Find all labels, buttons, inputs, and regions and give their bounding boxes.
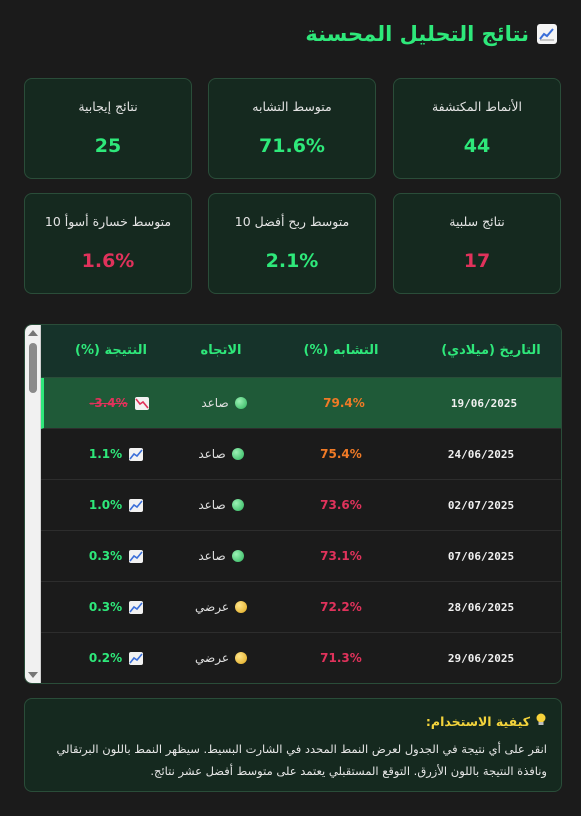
scroll-down-arrow-icon[interactable] [28, 672, 38, 678]
stat-value: 25 [94, 135, 122, 157]
cell-direction: صاعد [176, 480, 266, 530]
direction-label: صاعد [198, 549, 226, 563]
direction-label: صاعد [201, 396, 229, 410]
stat-card-worst10: متوسط خسارة أسوأ 10 1.6% [24, 193, 192, 294]
yellow-dot-icon [235, 601, 247, 613]
result-value: 0.2% [88, 651, 123, 665]
chart-up-icon [129, 549, 144, 563]
cell-date: 28/06/2025 [447, 600, 515, 614]
green-dot-icon [231, 448, 244, 460]
cell-similarity: 79.4% [323, 396, 365, 410]
cell-result: 0.3% [71, 531, 161, 581]
direction-label: صاعد [198, 498, 226, 512]
chart-down-icon [134, 396, 149, 410]
stat-value: 44 [463, 135, 491, 157]
stat-card-avg-similarity: متوسط التشابه 71.6% [208, 78, 376, 179]
cell-direction: عرضي [176, 633, 266, 683]
cell-direction: صاعد [176, 429, 266, 479]
cell-result: 1.0% [71, 480, 161, 530]
stat-label: الأنماط المكتشفة [431, 99, 522, 114]
table-row[interactable]: 24/06/2025 75.4% صاعد 1.1% [41, 429, 561, 480]
chart-up-icon [129, 498, 144, 512]
stat-label: نتائج إيجابية [78, 99, 138, 114]
table-scrollbar[interactable] [25, 325, 41, 683]
cell-result: -3.4% [74, 378, 164, 428]
stat-value: 1.6% [81, 250, 135, 272]
stat-label: متوسط ربح أفضل 10 [234, 214, 350, 229]
usage-help-box: كيفية الاستخدام: انقر على أي نتيجة في ال… [24, 698, 562, 792]
table-row[interactable]: 07/06/2025 73.1% صاعد 0.3% [41, 531, 561, 582]
cell-direction: صاعد [176, 531, 266, 581]
help-text-line1: انقر على أي نتيجة في الجدول لعرض النمط ا… [56, 742, 547, 756]
header-similarity[interactable]: التشابه (%) [296, 343, 386, 358]
cell-date: 19/06/2025 [450, 396, 518, 410]
chart-up-icon [129, 651, 144, 665]
cell-result: 0.2% [71, 633, 161, 683]
page-title-text: نتائج التحليل المحسنة [305, 22, 529, 46]
stat-label: متوسط خسارة أسوأ 10 [44, 214, 172, 229]
direction-label: عرضي [195, 651, 229, 665]
page-title: نتائج التحليل المحسنة [305, 22, 557, 46]
cell-similarity: 71.3% [320, 651, 362, 665]
header-direction[interactable]: الاتجاه [176, 343, 266, 358]
yellow-dot-icon [235, 652, 247, 664]
cell-similarity: 75.4% [320, 447, 362, 461]
lightbulb-icon [535, 713, 547, 730]
help-text-line2: ونافذة النتيجة باللون الأزرق. التوقع الم… [150, 764, 547, 778]
stat-label: نتائج سلبية [449, 214, 505, 229]
cell-date: 29/06/2025 [447, 651, 515, 665]
cell-similarity: 73.1% [320, 549, 362, 563]
cell-result: 1.1% [71, 429, 161, 479]
table-header: التاريخ (ميلادي) التشابه (%) الاتجاه الن… [41, 325, 561, 378]
cell-similarity: 72.2% [320, 600, 362, 614]
results-table: التاريخ (ميلادي) التشابه (%) الاتجاه الن… [24, 324, 562, 684]
cell-date: 07/06/2025 [447, 549, 515, 563]
cell-similarity: 73.6% [320, 498, 362, 512]
table-row[interactable]: 02/07/2025 73.6% صاعد 1.0% [41, 480, 561, 531]
stat-label: متوسط التشابه [252, 99, 332, 114]
direction-label: عرضي [195, 600, 229, 614]
cell-direction: عرضي [176, 582, 266, 632]
stat-card-negative: نتائج سلبية 17 [393, 193, 561, 294]
scroll-thumb[interactable] [29, 343, 37, 393]
table-row[interactable]: 28/06/2025 72.2% عرضي 0.3% [41, 582, 561, 633]
stat-card-best10: متوسط ربح أفضل 10 2.1% [208, 193, 376, 294]
stat-value: 17 [463, 250, 491, 272]
chart-up-icon [129, 600, 144, 614]
stat-card-positive: نتائج إيجابية 25 [24, 78, 192, 179]
header-date[interactable]: التاريخ (ميلادي) [421, 343, 561, 358]
chart-up-icon [129, 447, 144, 461]
chart-up-icon [537, 24, 557, 44]
stat-value: 71.6% [259, 135, 325, 157]
table-row[interactable]: 19/06/2025 79.4% صاعد -3.4% [41, 378, 561, 429]
help-title: كيفية الاستخدام: [425, 714, 530, 729]
cell-direction: صاعد [179, 378, 269, 428]
stat-value: 2.1% [265, 250, 319, 272]
green-dot-icon [231, 550, 244, 562]
scroll-up-arrow-icon[interactable] [28, 330, 38, 336]
result-value: 1.1% [88, 447, 123, 461]
stat-card-patterns: الأنماط المكتشفة 44 [393, 78, 561, 179]
green-dot-icon [231, 499, 244, 511]
result-value: 0.3% [88, 600, 123, 614]
table-row[interactable]: 29/06/2025 71.3% عرضي 0.2% [41, 633, 561, 683]
header-result[interactable]: النتيجة (%) [66, 343, 156, 358]
result-value: 1.0% [88, 498, 123, 512]
green-dot-icon [234, 397, 247, 409]
cell-date: 24/06/2025 [447, 447, 515, 461]
result-value: -3.4% [89, 396, 128, 410]
direction-label: صاعد [198, 447, 226, 461]
cell-date: 02/07/2025 [447, 498, 515, 512]
result-value: 0.3% [88, 549, 123, 563]
cell-result: 0.3% [71, 582, 161, 632]
